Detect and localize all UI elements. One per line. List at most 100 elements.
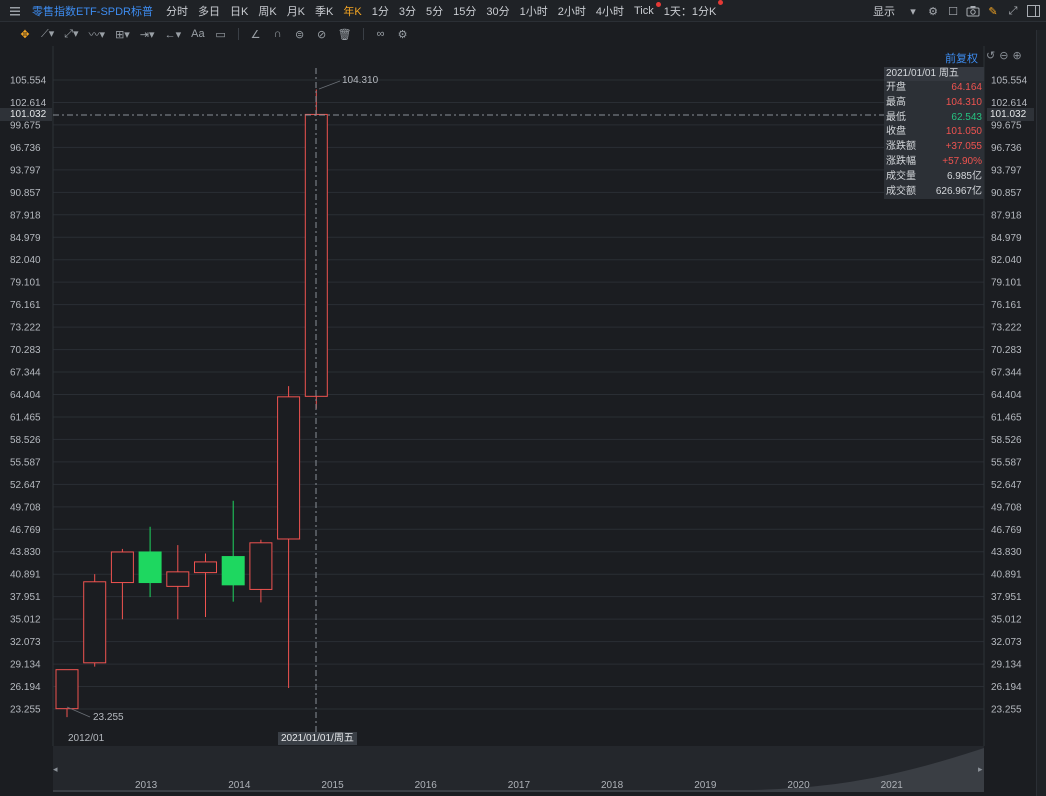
candle[interactable] (110, 548, 134, 620)
hide-icon[interactable]: ⊘ (313, 25, 331, 43)
expand-icon[interactable]: ⤢ (1006, 4, 1020, 18)
gear-icon[interactable]: ⚙ (926, 4, 940, 18)
range-icon[interactable]: ⇥▾ (137, 25, 158, 43)
period-tab[interactable]: 3分 (394, 3, 421, 19)
price-tick-label: 76.161 (991, 300, 1022, 311)
link-icon[interactable]: ∞ (372, 25, 390, 43)
period-tab[interactable]: 4小时 (591, 3, 629, 19)
trash-icon[interactable]: 🗑 (335, 25, 355, 43)
square-icon[interactable]: ☐ (946, 4, 960, 18)
period-tab[interactable]: 1分 (367, 3, 394, 19)
navigator-year-label: 2021 (880, 780, 903, 791)
price-tick-label: 55.587 (10, 457, 41, 468)
chevron-down-icon[interactable]: ▾ (906, 4, 920, 18)
price-tick-label: 76.161 (10, 300, 41, 311)
info-row: 涨跌额 +37.055 (884, 140, 984, 155)
settings-icon[interactable]: ⚙ (394, 25, 412, 43)
navigator-year-label: 2019 (694, 780, 717, 791)
reset-icon[interactable]: ↺ (986, 49, 995, 62)
period-tab[interactable]: 30分 (481, 3, 514, 19)
price-tick-label: 99.675 (991, 120, 1022, 131)
candle-body (277, 396, 301, 540)
navigator-right-arrow[interactable]: ▸ (978, 764, 983, 775)
period-tab[interactable]: 1小时 (515, 3, 553, 19)
candle[interactable] (249, 539, 273, 603)
price-tick-label: 23.255 (991, 705, 1022, 716)
period-tab[interactable]: 周K (253, 3, 281, 19)
magnet-icon[interactable]: ∩ (269, 25, 287, 43)
line-icon[interactable]: ⟋▾ (38, 25, 57, 43)
info-row: 开盘 64.164 (884, 81, 984, 96)
price-tick-label: 90.857 (10, 188, 41, 199)
period-tab[interactable]: 月K (282, 3, 310, 19)
price-tick-label: 90.857 (991, 188, 1022, 199)
x-axis-start: 2012/01 (68, 733, 105, 744)
price-tick-label: 26.194 (10, 682, 41, 693)
price-tick-label: 61.465 (991, 412, 1022, 423)
eraser-icon[interactable]: ∠ (247, 25, 265, 43)
current-price-tag-left: 101.032 (0, 108, 52, 121)
current-price-tag-right: 101.032 (987, 108, 1034, 121)
period-tab[interactable]: 2小时 (553, 3, 591, 19)
pencil-icon[interactable]: ✎ (986, 4, 1000, 18)
period-tab[interactable]: 季K (310, 3, 338, 19)
price-tick-label: 64.404 (10, 390, 41, 401)
period-tab[interactable]: 年K (338, 3, 366, 19)
period-tab[interactable]: 分时 (161, 3, 193, 19)
price-tick-label: 49.708 (10, 502, 41, 513)
comment-icon[interactable]: ▭ (212, 25, 230, 43)
candle[interactable] (83, 574, 107, 667)
arrow-icon[interactable]: ←▾ (162, 25, 185, 43)
candle-body (55, 669, 79, 710)
time-navigator[interactable]: 2013 2014 2015 2016 2017 2018 2019 2020 2021 (53, 746, 984, 792)
price-tick-label: 70.283 (10, 345, 41, 356)
camera-icon[interactable] (966, 4, 980, 18)
navigator-year-label: 2013 (135, 780, 158, 791)
text-tool[interactable]: Aa (188, 25, 207, 43)
period-tab[interactable]: 1天：1分K (659, 0, 724, 19)
lock-icon[interactable]: ⊜ (291, 25, 309, 43)
price-tick-label: 82.040 (10, 255, 41, 266)
price-tick-label: 43.830 (10, 547, 41, 558)
adjust-mode[interactable]: 前复权 (945, 50, 978, 66)
candle[interactable] (194, 553, 217, 617)
symbol-title[interactable]: 零售指数ETF-SPDR标普 (0, 3, 161, 19)
candle[interactable] (166, 545, 190, 620)
ohlc-info-panel: 2021/01/01 周五 开盘 64.164 最高 104.310 最低 62.543 收… (884, 67, 984, 200)
period-tab[interactable]: 日K (225, 3, 253, 19)
sidebar-icon[interactable] (1026, 4, 1040, 18)
info-value: +57.90% (942, 155, 982, 167)
price-tick-label: 70.283 (991, 345, 1022, 356)
navigator-left-arrow[interactable]: ◂ (53, 764, 58, 775)
zoom-out-icon[interactable]: ⊖ (999, 49, 1008, 62)
price-axis-right: 105.554102.61499.67596.73693.79790.85787… (991, 76, 1028, 716)
period-tab[interactable]: 5分 (421, 3, 448, 19)
kline-chart[interactable]: 105.554102.61499.67596.73693.79790.85787… (0, 46, 1036, 746)
price-tick-label: 46.769 (991, 525, 1022, 536)
navigator-year-label: 2017 (507, 780, 531, 791)
menu-icon[interactable] (8, 4, 22, 18)
candle[interactable] (304, 89, 328, 409)
price-tick-label: 87.918 (991, 210, 1022, 221)
period-tabs: 分时 多日 日K 周K 月K 季K 年K 1分 3分 5分 15分 30分 1小时 2小时 4小时 Tick 1… (161, 0, 724, 19)
price-tick-label: 93.797 (991, 165, 1022, 176)
price-tick-label: 79.101 (991, 278, 1022, 289)
price-tick-label: 79.101 (10, 278, 41, 289)
period-tab[interactable]: Tick (629, 1, 661, 17)
candle[interactable] (221, 500, 245, 602)
wave-icon[interactable]: 〰▾ (86, 25, 109, 43)
candle[interactable] (138, 526, 162, 598)
candles (55, 89, 328, 718)
period-tab[interactable]: 多日 (193, 3, 225, 19)
info-value: 101.050 (945, 126, 982, 138)
zoom-in-icon[interactable]: ⊕ (1012, 49, 1021, 62)
price-tick-label: 105.554 (10, 76, 47, 87)
period-tab[interactable]: 15分 (448, 3, 481, 19)
candle-body (221, 556, 245, 586)
move-icon[interactable]: ✥ (16, 25, 34, 43)
measure-icon[interactable]: ⊞▾ (112, 25, 133, 43)
display-menu[interactable]: 显示 (868, 3, 900, 19)
ray-icon[interactable]: ⤢▾ (61, 25, 81, 43)
candle[interactable] (277, 386, 301, 689)
chart-zoom-controls: ↺ ⊖ ⊕ (986, 49, 1022, 62)
